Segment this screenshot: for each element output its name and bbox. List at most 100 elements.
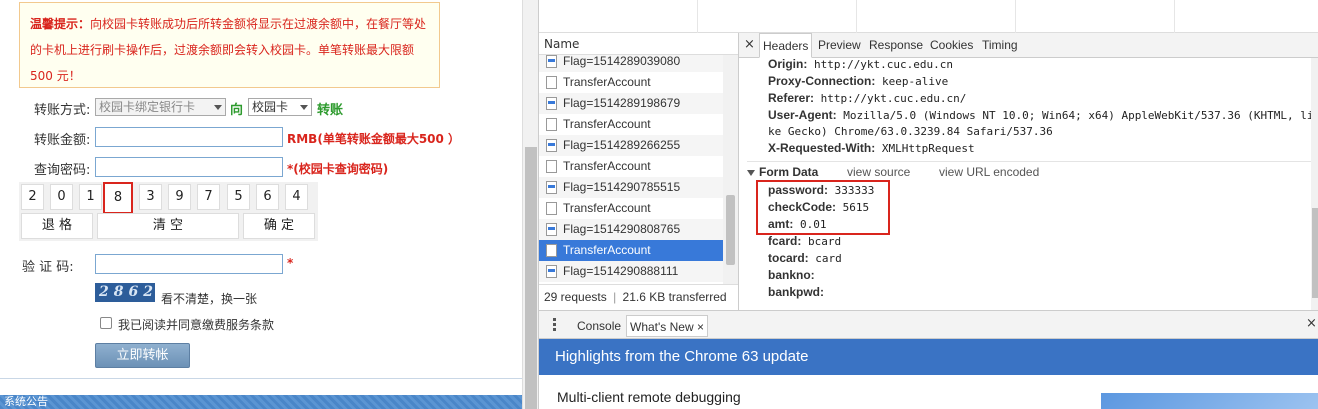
amount-input[interactable]	[95, 127, 283, 147]
request-name: Flag=1514290785515	[563, 180, 681, 194]
name-column-header[interactable]: Name	[539, 33, 738, 55]
keypad-key[interactable]: 7	[197, 184, 220, 210]
password-keypad: 2 0 1 8 3 9 7 5 6 4 退 格 清 空 确 定	[19, 182, 318, 241]
tab-console[interactable]: Console	[577, 315, 621, 337]
notice-box: 温馨提示：向校园卡转账成功后所转金额将显示在过渡余额中，在餐厅等处的卡机上进行刷…	[19, 2, 440, 88]
request-name: Flag=1514290888111	[563, 264, 679, 278]
close-drawer-icon[interactable]: ×	[1306, 316, 1317, 331]
password-note: *(校园卡查询密码)	[287, 162, 389, 176]
tab-whats-new[interactable]: What's New ×	[626, 315, 708, 337]
request-list-scrollbar[interactable]	[723, 55, 738, 284]
view-source-link[interactable]: view source	[847, 165, 910, 179]
whats-new-banner: Highlights from the Chrome 63 update	[539, 339, 1318, 375]
keypad-key[interactable]: 6	[256, 184, 279, 210]
tab-timing[interactable]: Timing	[979, 33, 1021, 58]
keypad-confirm-button[interactable]: 确 定	[243, 213, 315, 239]
form-field-value: card	[815, 252, 842, 265]
network-timeline	[539, 0, 1318, 33]
transfer-to-select[interactable]: 校园卡	[248, 98, 312, 116]
request-name: TransferAccount	[563, 75, 651, 89]
keypad-key[interactable]: 2	[21, 184, 44, 210]
header-key: Origin:	[768, 58, 808, 71]
captcha-refresh-link[interactable]: 看不清楚，换一张	[161, 290, 257, 307]
detail-tabs-bar: × Headers Preview Response Cookies Timin…	[739, 33, 1318, 58]
keypad-key[interactable]: 9	[168, 184, 191, 210]
timeline-gridline	[856, 0, 857, 33]
captcha-image[interactable]: 2862	[95, 283, 155, 302]
keypad-key[interactable]: 3	[139, 184, 162, 210]
request-name: Flag=1514289266255	[563, 138, 681, 152]
devtools-panel: Name Flag=1514289039080 TransferAccount …	[538, 0, 1318, 409]
keypad-backspace-button[interactable]: 退 格	[21, 213, 93, 239]
captcha-input[interactable]	[95, 254, 283, 274]
request-name: Flag=1514289198679	[563, 96, 681, 110]
request-row[interactable]: Flag=1514289039080	[539, 55, 723, 72]
captcha-required-star: *	[287, 256, 294, 270]
form-field-line: bankno:	[768, 267, 815, 284]
chevron-down-icon	[300, 105, 308, 110]
tab-headers[interactable]: Headers	[759, 33, 813, 58]
whats-new-item[interactable]: Multi-client remote debugging	[557, 389, 741, 405]
request-row[interactable]: Flag=1514289198679	[539, 93, 723, 114]
password-label: 查询密码:	[34, 163, 91, 178]
header-line: Referer: http://ykt.cuc.edu.cn/	[768, 90, 966, 107]
form-data-section-header[interactable]: Form Data	[747, 163, 818, 181]
highlight-box	[756, 180, 890, 235]
submit-transfer-button[interactable]: 立即转帐	[95, 343, 190, 368]
header-value: http://ykt.cuc.edu.cn/	[820, 92, 967, 105]
timeline-gridline	[1015, 0, 1016, 33]
request-row[interactable]: TransferAccount	[539, 198, 723, 219]
request-name: TransferAccount	[563, 159, 651, 173]
document-file-icon	[546, 202, 557, 215]
request-row[interactable]: TransferAccount	[539, 72, 723, 93]
form-field-line: bankpwd:	[768, 284, 824, 301]
keypad-key[interactable]: 5	[227, 184, 250, 210]
request-row[interactable]: TransferAccount	[539, 114, 723, 135]
summary-separator: |	[613, 290, 617, 304]
view-url-encoded-link[interactable]: view URL encoded	[939, 165, 1039, 179]
keypad-key-highlighted[interactable]: 8	[103, 182, 133, 214]
close-icon[interactable]: ×	[697, 320, 704, 334]
more-options-icon[interactable]	[553, 318, 556, 333]
request-name: TransferAccount	[563, 201, 651, 215]
request-name: Flag=1514290808765	[563, 222, 681, 236]
tab-preview[interactable]: Preview	[815, 33, 864, 58]
transfer-to-value: 校园卡	[252, 100, 289, 114]
xhr-file-icon	[546, 55, 557, 68]
page-scrollbar-thumb[interactable]	[525, 147, 537, 409]
request-row-selected[interactable]: TransferAccount	[539, 240, 723, 261]
transfer-from-select[interactable]: 校园卡绑定银行卡	[95, 98, 226, 116]
keypad-key[interactable]: 4	[285, 184, 308, 210]
keypad-clear-button[interactable]: 清 空	[97, 213, 239, 239]
page-scrollbar[interactable]	[522, 0, 538, 409]
agree-checkbox[interactable]	[100, 317, 112, 329]
headers-scrollbar-thumb[interactable]	[1312, 208, 1318, 298]
tab-cookies[interactable]: Cookies	[927, 33, 976, 58]
header-value: keep-alive	[881, 75, 949, 88]
request-row[interactable]: Flag=1514289266255	[539, 135, 723, 156]
request-list-scrollbar-thumb[interactable]	[726, 195, 735, 265]
header-line: Proxy-Connection: keep-alive	[768, 73, 948, 90]
request-row[interactable]: Flag=1514290785515	[539, 177, 723, 198]
notice-title: 温馨提示：	[30, 17, 91, 31]
transferred-size: 21.6 KB transferred	[622, 290, 727, 304]
close-icon[interactable]: ×	[744, 37, 755, 52]
request-row[interactable]: Flag=1514290808765	[539, 219, 723, 240]
keypad-key[interactable]: 1	[79, 184, 102, 210]
password-input[interactable]	[95, 157, 283, 177]
form-field-key: bankpwd:	[768, 285, 824, 299]
tab-response[interactable]: Response	[866, 33, 926, 58]
document-file-icon	[546, 118, 557, 131]
transfer-suffix: 转账	[317, 103, 344, 118]
form-field-key: fcard:	[768, 234, 802, 248]
section-divider	[747, 161, 1311, 162]
request-row[interactable]: TransferAccount	[539, 156, 723, 177]
agree-label: 我已阅读并同意缴费服务条款	[118, 318, 275, 332]
request-row[interactable]: Flag=1514290888111	[539, 261, 723, 282]
keypad-key[interactable]: 0	[50, 184, 73, 210]
header-line: ke Gecko) Chrome/63.0.3239.84 Safari/537…	[768, 123, 1053, 140]
announcement-title: 系统公告	[4, 395, 48, 408]
timeline-gridline	[1174, 0, 1175, 33]
transfer-from-value: 校园卡绑定银行卡	[99, 100, 196, 114]
headers-scrollbar[interactable]	[1311, 58, 1318, 310]
